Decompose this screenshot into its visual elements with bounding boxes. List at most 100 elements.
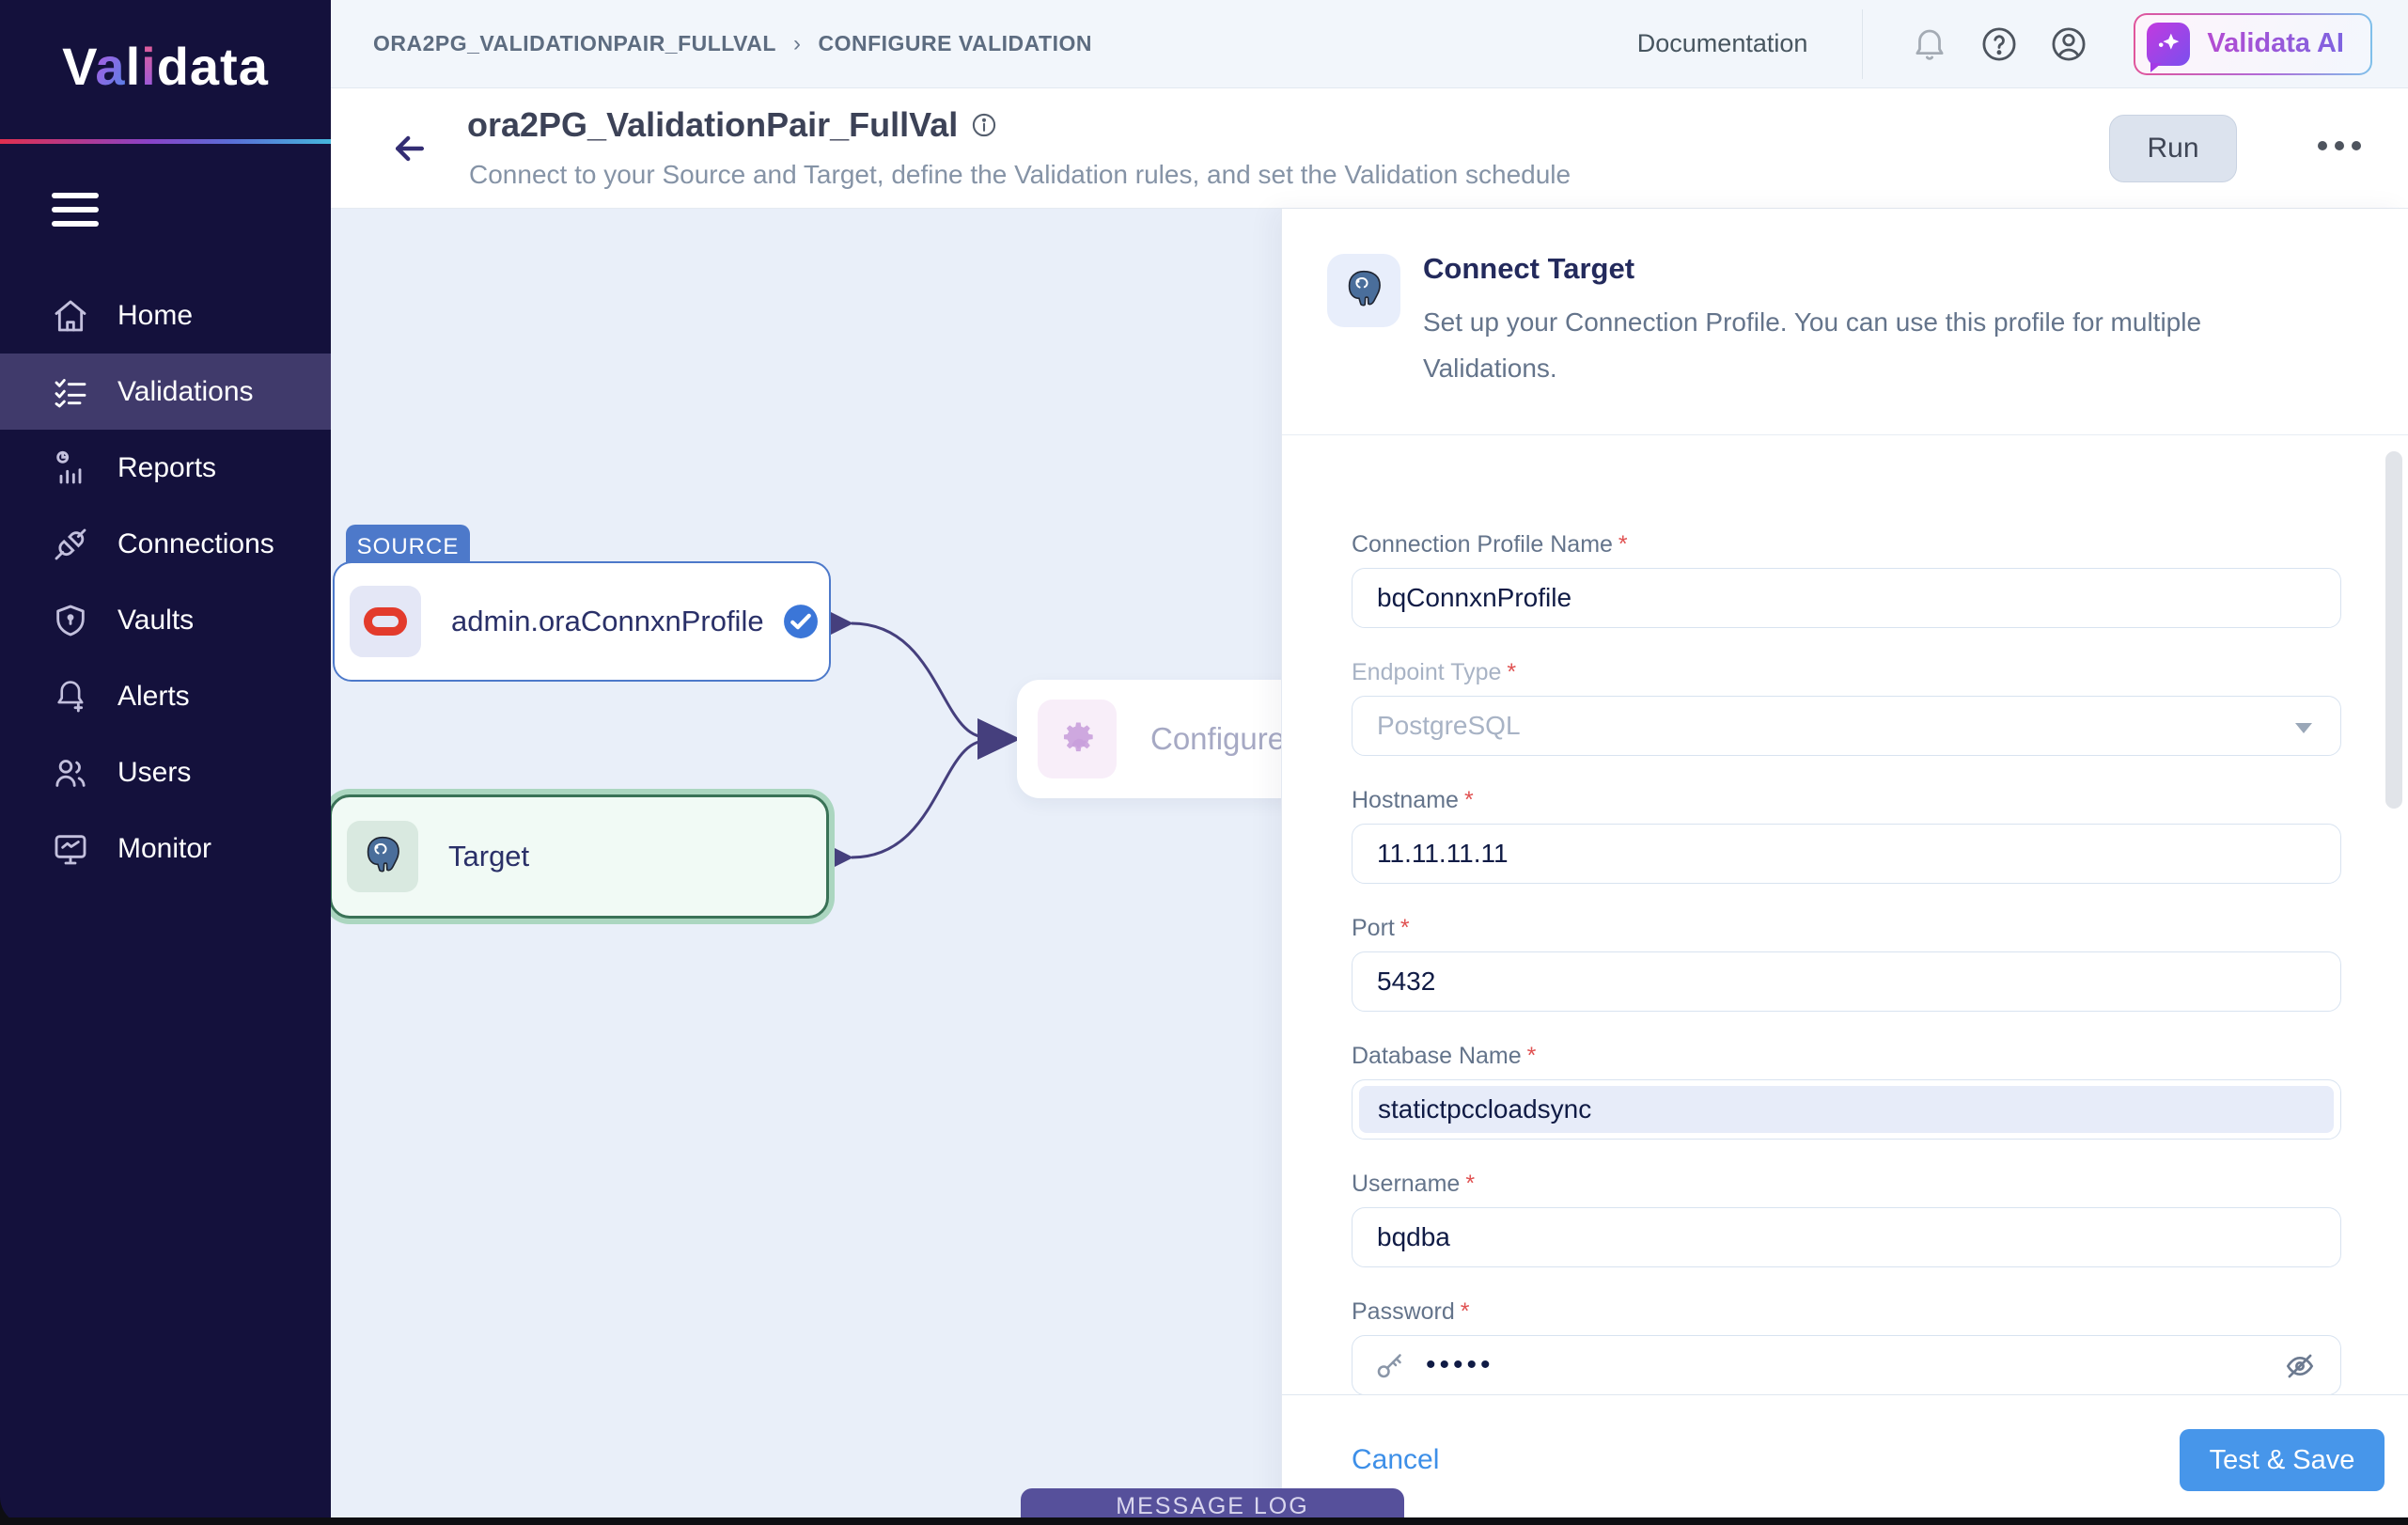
sidebar-item-label: Validations — [117, 376, 254, 408]
shield-icon — [52, 602, 89, 639]
field-label: Database Name* — [1352, 1043, 2338, 1070]
connect-target-panel: Connect Target Set up your Connection Pr… — [1281, 209, 2408, 1525]
oracle-icon — [350, 586, 421, 657]
port-input[interactable] — [1353, 952, 2340, 1011]
window-bottom-edge — [0, 1517, 2408, 1525]
database-name-value: statictpccloadsync — [1378, 1094, 1591, 1124]
panel-scrollbar[interactable] — [2385, 451, 2402, 809]
bell-plus-icon — [52, 678, 89, 715]
account-icon[interactable] — [2049, 24, 2088, 64]
breadcrumb-item-configure-validation: CONFIGURE VALIDATION — [818, 31, 1092, 56]
sidebar-item-label: Reports — [117, 452, 216, 484]
back-button[interactable] — [389, 128, 430, 169]
required-mark: * — [1507, 659, 1516, 685]
help-icon[interactable] — [1979, 24, 2019, 64]
source-node-label: admin.oraConnxnProfile — [451, 605, 764, 638]
ai-button-label: Validata AI — [2207, 28, 2344, 59]
endpoint-type-select[interactable]: PostgreSQL — [1352, 696, 2341, 756]
username-input[interactable] — [1353, 1208, 2340, 1266]
run-button[interactable]: Run — [2109, 115, 2237, 182]
page-title: ora2PG_ValidationPair_FullVal — [467, 105, 958, 145]
sidebar: Validata Home Validations Reports — [0, 0, 331, 1525]
topbar-divider — [1862, 9, 1863, 79]
postgresql-icon — [1327, 254, 1400, 327]
app-logo: Validata — [0, 36, 331, 97]
topbar-actions: Documentation Validata AI — [1637, 9, 2372, 79]
sidebar-item-alerts[interactable]: Alerts — [0, 658, 331, 734]
breadcrumb-separator: › — [793, 31, 802, 57]
app-window: Validata Home Validations Reports — [0, 0, 2408, 1525]
breadcrumb-item-validation-pair[interactable]: ORA2PG_VALIDATIONPAIR_FULLVAL — [373, 31, 776, 56]
endpoint-type-value: PostgreSQL — [1377, 711, 1521, 741]
panel-description: Set up your Connection Profile. You can … — [1423, 299, 2325, 391]
configure-node-label: Configure — [1150, 721, 1285, 757]
home-icon — [52, 297, 89, 335]
logo-segment: i — [141, 37, 157, 96]
sidebar-item-label: Users — [117, 757, 191, 789]
check-icon — [781, 602, 821, 641]
checklist-icon — [52, 373, 89, 411]
logo-segment: data — [157, 37, 269, 96]
password-input[interactable]: ••••• — [1352, 1335, 2341, 1394]
logo-segment: l — [126, 37, 142, 96]
connection-profile-name-input[interactable] — [1353, 569, 2340, 627]
sidebar-item-monitor[interactable]: Monitor — [0, 810, 331, 887]
menu-toggle-button[interactable] — [52, 193, 99, 235]
sidebar-item-validations[interactable]: Validations — [0, 354, 331, 430]
sidebar-nav: Home Validations Reports Connections — [0, 277, 331, 887]
report-chart-icon — [52, 449, 89, 487]
sidebar-item-home[interactable]: Home — [0, 277, 331, 354]
chevron-down-icon — [2295, 723, 2312, 733]
test-and-save-button[interactable]: Test & Save — [2180, 1429, 2385, 1491]
field-endpoint-type: Endpoint Type* PostgreSQL — [1352, 659, 2338, 756]
field-hostname: Hostname* — [1352, 787, 2338, 884]
sidebar-item-label: Alerts — [117, 681, 190, 713]
field-password: Password* ••••• — [1352, 1298, 2338, 1394]
field-label: Endpoint Type* — [1352, 659, 2338, 686]
sidebar-item-label: Connections — [117, 528, 274, 560]
field-label: Connection Profile Name* — [1352, 531, 2338, 558]
validata-ai-button[interactable]: Validata AI — [2134, 13, 2372, 75]
postgresql-icon — [347, 821, 418, 892]
database-name-input[interactable]: statictpccloadsync — [1352, 1079, 2341, 1140]
target-node[interactable]: Target — [329, 794, 829, 919]
documentation-link[interactable]: Documentation — [1637, 29, 1808, 58]
page-subtitle: Connect to your Source and Target, defin… — [469, 160, 1571, 190]
password-masked-value: ••••• — [1426, 1349, 1494, 1381]
logo-segment: V — [62, 37, 95, 96]
sidebar-item-label: Home — [117, 300, 193, 332]
users-icon — [52, 754, 89, 792]
toggle-password-visibility-icon[interactable] — [2282, 1348, 2318, 1384]
configure-gear-icon — [1038, 700, 1117, 778]
target-node-label: Target — [448, 840, 529, 873]
required-mark: * — [1461, 1298, 1470, 1325]
sidebar-item-label: Monitor — [117, 833, 211, 865]
sidebar-item-vaults[interactable]: Vaults — [0, 582, 331, 658]
ai-sparkle-icon — [2147, 23, 2190, 66]
field-label: Username* — [1352, 1171, 2338, 1198]
logo-gradient-divider — [0, 139, 331, 144]
monitor-icon — [52, 830, 89, 868]
field-username: Username* — [1352, 1171, 2338, 1267]
more-options-button[interactable] — [2318, 141, 2361, 150]
panel-footer: Cancel Test & Save — [1282, 1394, 2408, 1525]
page-header: ora2PG_ValidationPair_FullVal Connect to… — [331, 88, 2408, 209]
notifications-bell-icon[interactable] — [1910, 24, 1949, 64]
required-mark: * — [1464, 787, 1474, 813]
plug-icon — [52, 526, 89, 563]
sidebar-item-connections[interactable]: Connections — [0, 506, 331, 582]
required-mark: * — [1465, 1171, 1475, 1197]
sidebar-item-users[interactable]: Users — [0, 734, 331, 810]
hostname-input[interactable] — [1353, 825, 2340, 883]
topbar: ORA2PG_VALIDATIONPAIR_FULLVAL › CONFIGUR… — [331, 0, 2408, 88]
required-mark: * — [1400, 915, 1410, 941]
field-label: Port* — [1352, 915, 2338, 942]
required-mark: * — [1618, 531, 1628, 558]
logo-segment: a — [95, 37, 125, 96]
info-icon[interactable] — [971, 112, 997, 138]
field-label: Hostname* — [1352, 787, 2338, 814]
source-node[interactable]: admin.oraConnxnProfile — [333, 561, 831, 682]
sidebar-item-reports[interactable]: Reports — [0, 430, 331, 506]
cancel-button[interactable]: Cancel — [1352, 1444, 1439, 1476]
selected-text-highlight: statictpccloadsync — [1359, 1086, 2334, 1133]
